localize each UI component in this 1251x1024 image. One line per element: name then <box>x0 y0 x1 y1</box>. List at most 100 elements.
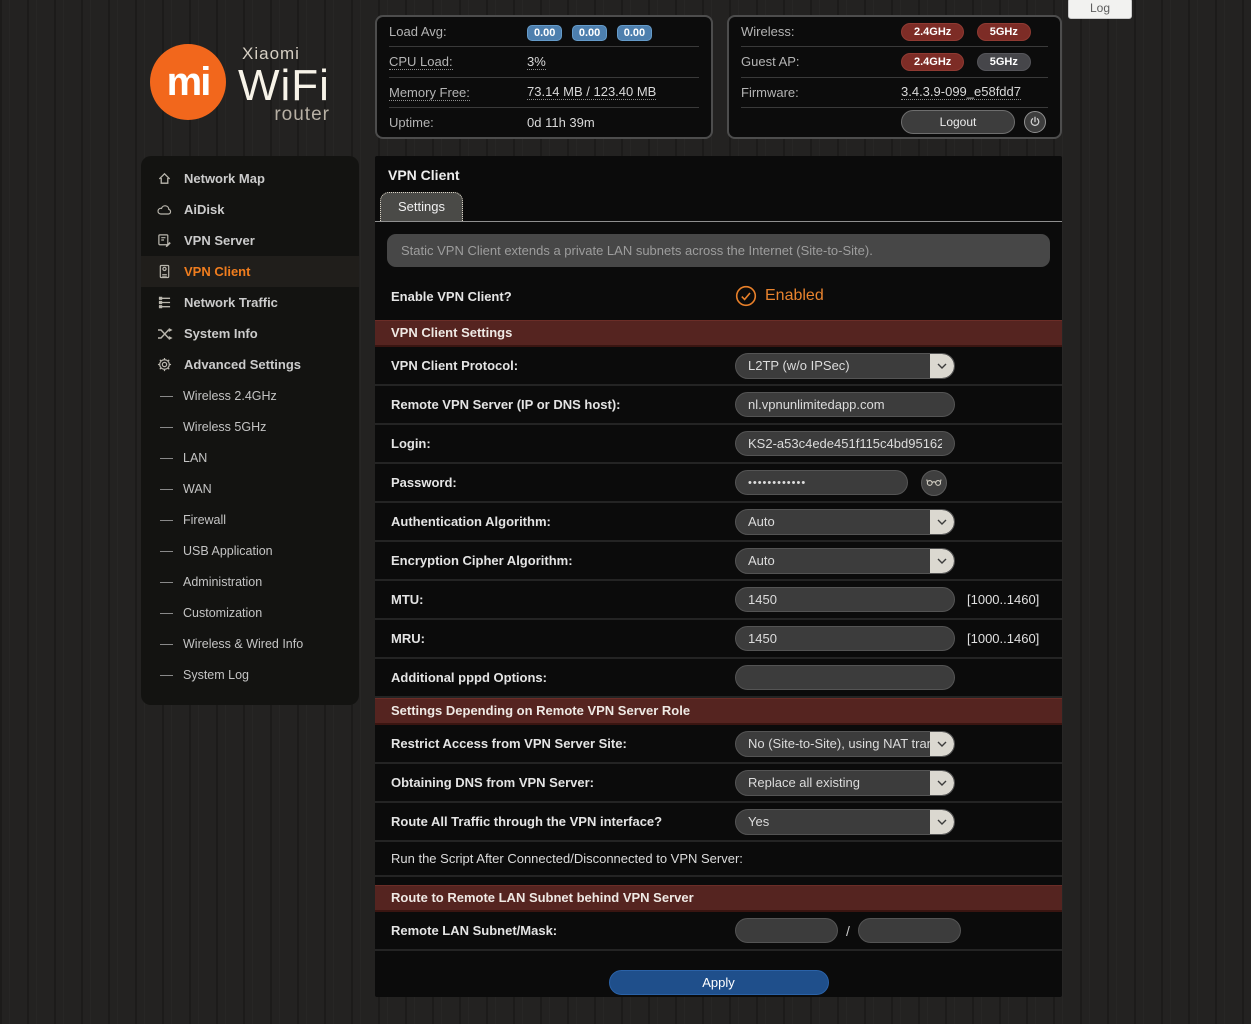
auth-algorithm-select[interactable]: Auto <box>735 509 955 535</box>
dash-icon: — <box>160 636 173 651</box>
route-all-traffic-select[interactable]: Yes <box>735 809 955 835</box>
password-input[interactable] <box>735 470 908 495</box>
sidebar-subitem-administration[interactable]: —Administration <box>141 566 359 597</box>
form-row-remote-server: Remote VPN Server (IP or DNS host): <box>375 386 1062 425</box>
remote-lan-subnet-input[interactable] <box>735 918 838 943</box>
pppd-options-input[interactable] <box>735 665 955 690</box>
sidebar-item-network-traffic[interactable]: Network Traffic <box>141 287 359 318</box>
sidebar-subitem-firewall[interactable]: —Firewall <box>141 504 359 535</box>
sidebar-item-label: Network Map <box>184 171 265 186</box>
enable-vpn-toggle[interactable]: Enabled <box>735 285 824 307</box>
chevron-down-icon <box>930 771 954 795</box>
form-row-route-all-traffic: Route All Traffic through the VPN interf… <box>375 803 1062 842</box>
sidebar-subitem-customization[interactable]: —Customization <box>141 597 359 628</box>
guest-ap-badges: 2.4GHz 5GHz <box>901 52 1039 71</box>
sidebar-subitem-usb-application[interactable]: —USB Application <box>141 535 359 566</box>
guest-24ghz-badge[interactable]: 2.4GHz <box>901 53 964 71</box>
memory-free-label-link[interactable]: Memory Free: <box>389 85 470 101</box>
load-avg-badges: 0.00 0.00 0.00 <box>527 23 657 41</box>
sidebar-item-network-map[interactable]: Network Map <box>141 163 359 194</box>
logo-text: Xiaomi WiFi router <box>238 44 330 126</box>
mi-logo-icon: mi <box>150 44 226 120</box>
sidebar-subitem-wan[interactable]: —WAN <box>141 473 359 504</box>
dash-icon: — <box>160 388 173 403</box>
sidebar-item-system-info[interactable]: System Info <box>141 318 359 349</box>
gear-icon <box>156 357 173 372</box>
wireless-badges: 2.4GHz 5GHz <box>901 22 1039 41</box>
section-server-role: Settings Depending on Remote VPN Server … <box>375 698 1062 725</box>
dash-icon: — <box>160 667 173 682</box>
wireless-5ghz-badge[interactable]: 5GHz <box>977 23 1031 41</box>
tab-settings[interactable]: Settings <box>380 192 463 221</box>
sidebar-subitem-label: Administration <box>183 575 262 589</box>
power-icon <box>1029 116 1041 128</box>
mru-input[interactable] <box>735 626 955 651</box>
wireless-24ghz-badge[interactable]: 2.4GHz <box>901 23 964 41</box>
password-label: Password: <box>391 475 735 490</box>
enable-vpn-label: Enable VPN Client? <box>391 289 735 304</box>
vpn-server-icon <box>156 233 173 248</box>
sidebar-subitem-lan[interactable]: — LAN <box>141 442 359 473</box>
remote-server-label: Remote VPN Server (IP or DNS host): <box>391 397 735 412</box>
page-title: VPN Client <box>375 156 1062 185</box>
uptime-label: Uptime: <box>389 115 527 130</box>
power-button[interactable] <box>1024 111 1046 133</box>
sidebar-item-label: AiDisk <box>184 202 224 217</box>
guest-ap-label: Guest AP: <box>741 54 901 69</box>
restrict-access-select[interactable]: No (Site-to-Site), using NAT trans <box>735 731 955 757</box>
remote-server-input[interactable] <box>735 392 955 417</box>
login-input[interactable] <box>735 431 955 456</box>
sidebar-subitem-label: Wireless 5GHz <box>183 420 266 434</box>
form-row-mru: MRU: [1000..1460] <box>375 620 1062 659</box>
dash-icon: — <box>160 419 173 434</box>
sidebar-subitem-wireless-wired-info[interactable]: —Wireless & Wired Info <box>141 628 359 659</box>
system-info-icon <box>156 328 173 340</box>
cipher-algorithm-select[interactable]: Auto <box>735 548 955 574</box>
sidebar-subitem-system-log[interactable]: —System Log <box>141 659 359 690</box>
memory-free-label: Memory Free: <box>389 85 527 100</box>
sidebar: Network Map AiDisk VPN Server VPN Client… <box>141 156 359 705</box>
sidebar-subitem-wireless-5ghz[interactable]: — Wireless 5GHz <box>141 411 359 442</box>
sidebar-item-label: System Info <box>184 326 258 341</box>
remote-lan-mask-input[interactable] <box>858 918 961 943</box>
sidebar-item-vpn-client[interactable]: VPN Client <box>141 256 359 287</box>
log-button[interactable]: Log <box>1068 0 1132 19</box>
login-label: Login: <box>391 436 735 451</box>
form-row-password: Password: <box>375 464 1062 503</box>
check-circle-icon <box>735 285 757 307</box>
obtaining-dns-select[interactable]: Replace all existing <box>735 770 955 796</box>
script-row-label: Run the Script After Connected/Disconnec… <box>375 842 1062 877</box>
guest-5ghz-badge[interactable]: 5GHz <box>977 53 1031 71</box>
form-row-restrict-access: Restrict Access from VPN Server Site: No… <box>375 725 1062 764</box>
sidebar-item-label: Advanced Settings <box>184 357 301 372</box>
show-password-button[interactable] <box>921 470 947 496</box>
protocol-select[interactable]: L2TP (w/o IPSec) <box>735 353 955 379</box>
enable-vpn-row: Enable VPN Client? Enabled <box>375 279 1062 320</box>
logout-button[interactable]: Logout <box>901 110 1015 134</box>
sidebar-subitem-wireless-24ghz[interactable]: —Wireless 2.4GHz <box>141 380 359 411</box>
network-traffic-icon <box>156 296 173 309</box>
apply-button[interactable]: Apply <box>609 970 829 995</box>
main-panel: VPN Client Settings Static VPN Client ex… <box>375 156 1062 997</box>
logout-row: Logout <box>741 107 1048 137</box>
sidebar-item-advanced-settings[interactable]: Advanced Settings <box>141 349 359 380</box>
route-all-traffic-label: Route All Traffic through the VPN interf… <box>391 814 735 829</box>
cpu-load-label-link[interactable]: CPU Load: <box>389 54 453 70</box>
logo-product: WiFi <box>238 64 330 108</box>
firmware-value[interactable]: 3.4.3.9-099_e58fdd7 <box>901 84 1021 100</box>
dash-icon: — <box>160 450 173 465</box>
form-row-cipher-algorithm: Encryption Cipher Algorithm: Auto <box>375 542 1062 581</box>
form-row-obtaining-dns: Obtaining DNS from VPN Server: Replace a… <box>375 764 1062 803</box>
sidebar-item-aidisk[interactable]: AiDisk <box>141 194 359 225</box>
mtu-input[interactable] <box>735 587 955 612</box>
sidebar-subitem-label: LAN <box>183 451 207 465</box>
mtu-range-hint: [1000..1460] <box>967 592 1039 607</box>
chevron-down-icon <box>930 810 954 834</box>
mtu-label: MTU: <box>391 592 735 607</box>
sidebar-subitem-label: USB Application <box>183 544 273 558</box>
cpu-load-value[interactable]: 3% <box>527 54 546 70</box>
load-avg-badge-2: 0.00 <box>572 25 607 41</box>
sidebar-item-vpn-server[interactable]: VPN Server <box>141 225 359 256</box>
mru-range-hint: [1000..1460] <box>967 631 1039 646</box>
memory-free-value[interactable]: 73.14 MB / 123.40 MB <box>527 84 656 100</box>
